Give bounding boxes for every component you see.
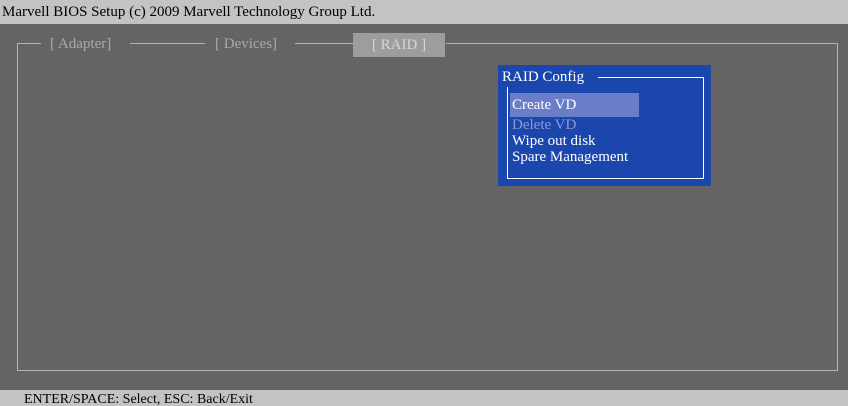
frame-border-top-segment — [446, 43, 838, 44]
frame-border-top-segment — [130, 43, 205, 44]
frame-border-right — [837, 43, 838, 371]
tab-raid[interactable]: [ RAID ] — [353, 33, 445, 57]
tab-devices[interactable]: [ Devices] — [215, 34, 277, 54]
status-bar: ENTER/SPACE: Select, ESC: Back/Exit — [0, 390, 848, 406]
menu-item-wipe-out-disk[interactable]: Wipe out disk — [510, 133, 639, 149]
raid-config-menu: Create VD Delete VD Wipe out disk Spare … — [510, 93, 639, 165]
tab-adapter[interactable]: [ Adapter] — [50, 34, 111, 54]
frame-border-top-segment — [17, 43, 41, 44]
raid-config-popup: RAID Config Create VD Delete VD Wipe out… — [498, 65, 711, 186]
frame-border-left — [17, 43, 18, 371]
frame-border-bottom — [17, 370, 838, 371]
menu-item-delete-vd[interactable]: Delete VD — [510, 117, 639, 133]
frame-border-top-segment — [295, 43, 353, 44]
popup-frame-top-segment — [598, 77, 704, 78]
menu-item-spare-management[interactable]: Spare Management — [510, 149, 639, 165]
title-bar: Marvell BIOS Setup (c) 2009 Marvell Tech… — [0, 0, 848, 24]
popup-title: RAID Config — [501, 67, 588, 87]
menu-item-create-vd[interactable]: Create VD — [510, 93, 639, 117]
bios-screen: Marvell BIOS Setup (c) 2009 Marvell Tech… — [0, 0, 848, 406]
